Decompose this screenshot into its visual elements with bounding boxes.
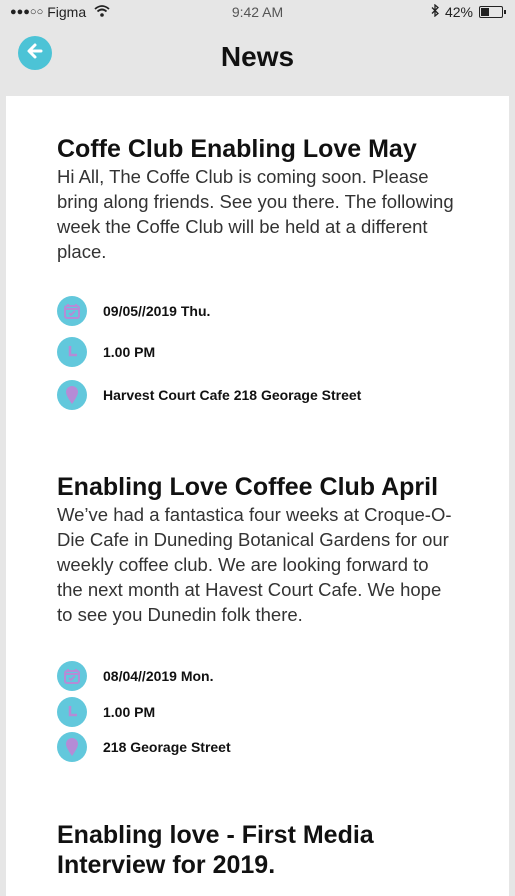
event-location-row: 218 Georage Street (57, 732, 231, 762)
status-bar: ●●●○○ Figma 9:42 AM 42% (0, 0, 515, 26)
article-body: We’ve had a fantastica four weeks at Cro… (57, 504, 452, 625)
event-location-row: Harvest Court Cafe 218 Georage Street (57, 380, 361, 410)
article-title: Coffe Club Enabling Love May (57, 135, 417, 163)
status-right: 42% (431, 3, 506, 20)
battery-icon (479, 6, 506, 18)
page-title: News (220, 41, 295, 72)
location-pin-icon (57, 380, 87, 410)
news-article[interactable]: Enabling love - First Media Interview fo… (57, 820, 457, 880)
nav-bar: News (0, 26, 515, 96)
event-date: 09/05//2019 Thu. (103, 303, 211, 319)
news-list[interactable]: Coffe Club Enabling Love May Hi All, The… (6, 96, 509, 896)
event-date: 08/04//2019 Mon. (103, 668, 214, 684)
location-pin-icon (57, 732, 87, 762)
article-title: Enabling Love Coffee Club April (57, 473, 439, 501)
event-location: Harvest Court Cafe 218 Georage Street (103, 387, 362, 403)
article-title: Enabling love - First Media Interview fo… (57, 821, 374, 879)
article-body: Hi All, The Coffe Club is coming soon. P… (57, 166, 454, 262)
news-article[interactable]: Enabling Love Coffee Club April We’ve ha… (57, 472, 457, 627)
calendar-icon (57, 661, 87, 691)
news-article[interactable]: Coffe Club Enabling Love May Hi All, The… (57, 134, 457, 264)
clock-icon (57, 337, 87, 367)
clock-icon (57, 697, 87, 727)
calendar-icon (57, 296, 87, 326)
event-time: 1.00 PM (103, 344, 156, 360)
event-time: 1.00 PM (103, 704, 156, 720)
event-location: 218 Georage Street (103, 739, 231, 755)
event-time-row: 1.00 PM (57, 697, 155, 727)
battery-percent: 42% (444, 4, 473, 20)
bluetooth-icon (431, 3, 439, 20)
event-date-row: 09/05//2019 Thu. (57, 296, 210, 326)
event-time-row: 1.00 PM (57, 337, 155, 367)
event-date-row: 08/04//2019 Mon. (57, 661, 214, 691)
